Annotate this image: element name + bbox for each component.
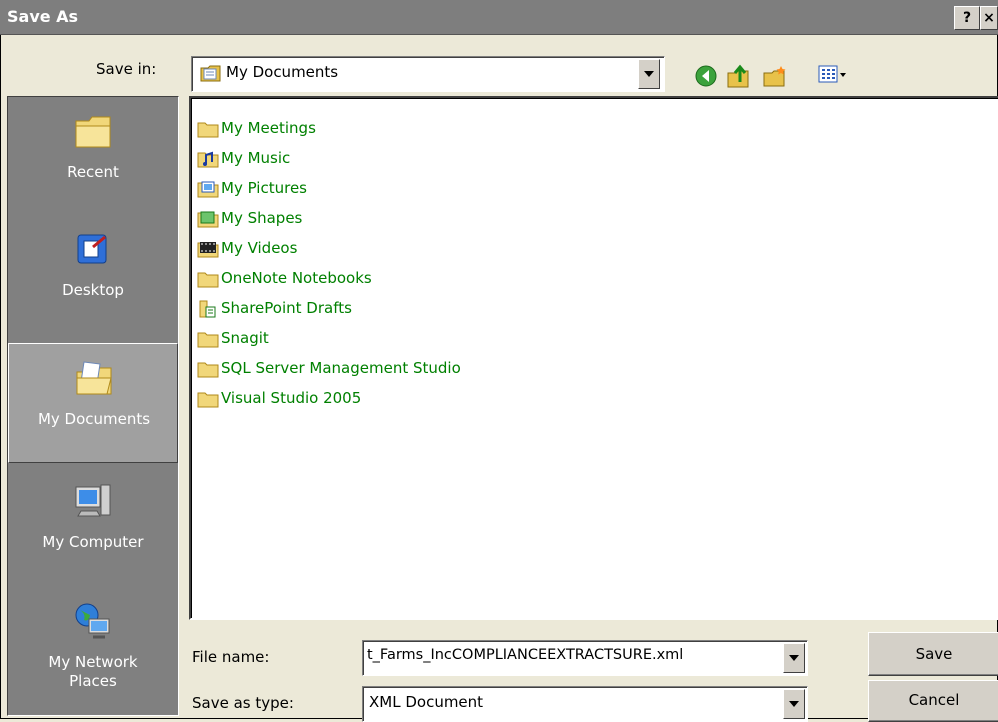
folder-icon [197, 272, 219, 288]
desktop-icon [77, 234, 107, 264]
network-places-icon [75, 603, 110, 639]
title-bar[interactable]: Save As ? × [0, 0, 998, 35]
save-in-label: Save in: [96, 60, 157, 78]
save-in-combo[interactable]: My Documents [191, 56, 665, 92]
help-button[interactable]: ? [954, 6, 980, 30]
cancel-button[interactable]: Cancel [868, 680, 998, 722]
shapes-folder-icon [197, 211, 219, 228]
music-folder-icon [197, 151, 219, 168]
window-title: Save As [7, 7, 79, 26]
views-menu-icon[interactable] [818, 64, 848, 86]
pictures-folder-icon [197, 181, 219, 198]
new-folder-icon[interactable] [762, 64, 788, 88]
places-bar: Recent Desktop My Documents My Computer [7, 96, 179, 716]
save-as-type-dropdown-arrow[interactable] [783, 689, 805, 719]
file-name-value: t_Farms_IncCOMPLIANCEEXTRACTSURE.xml [367, 647, 684, 663]
place-my-documents[interactable]: My Documents [8, 343, 178, 463]
network-places-label: My Network Places [48, 653, 138, 690]
close-button[interactable]: × [980, 6, 998, 30]
file-list[interactable]: My Meetings My Music My Pictures My Shap… [189, 96, 998, 620]
folder-icon [197, 392, 219, 408]
save-as-type-label: Save as type: [192, 694, 294, 712]
folder-icon [197, 122, 219, 138]
place-my-network-places[interactable]: My Network Places [8, 587, 178, 705]
up-folder-icon[interactable] [726, 64, 752, 90]
folder-icon [197, 332, 219, 348]
folder-icon [197, 362, 219, 378]
my-documents-icon [76, 361, 112, 395]
videos-folder-icon [197, 242, 219, 258]
back-icon[interactable] [694, 64, 718, 88]
save-in-value: My Documents [226, 63, 339, 81]
place-recent[interactable]: Recent [8, 97, 178, 215]
recent-folder-icon [75, 116, 111, 148]
save-as-type-select[interactable]: XML Document [362, 686, 808, 722]
sharepoint-folder-icon [199, 300, 216, 318]
my-documents-small-icon [200, 65, 221, 82]
save-button[interactable]: Save [868, 632, 998, 676]
file-name-input[interactable]: t_Farms_IncCOMPLIANCEEXTRACTSURE.xml [362, 640, 808, 676]
save-in-dropdown-arrow[interactable] [638, 59, 660, 89]
save-as-type-value: XML Document [369, 693, 484, 711]
file-name-label: File name: [192, 648, 270, 666]
file-name-dropdown-arrow[interactable] [783, 643, 805, 673]
place-desktop[interactable]: Desktop [8, 215, 178, 333]
my-computer-icon [75, 484, 111, 517]
place-my-computer[interactable]: My Computer [8, 467, 178, 585]
